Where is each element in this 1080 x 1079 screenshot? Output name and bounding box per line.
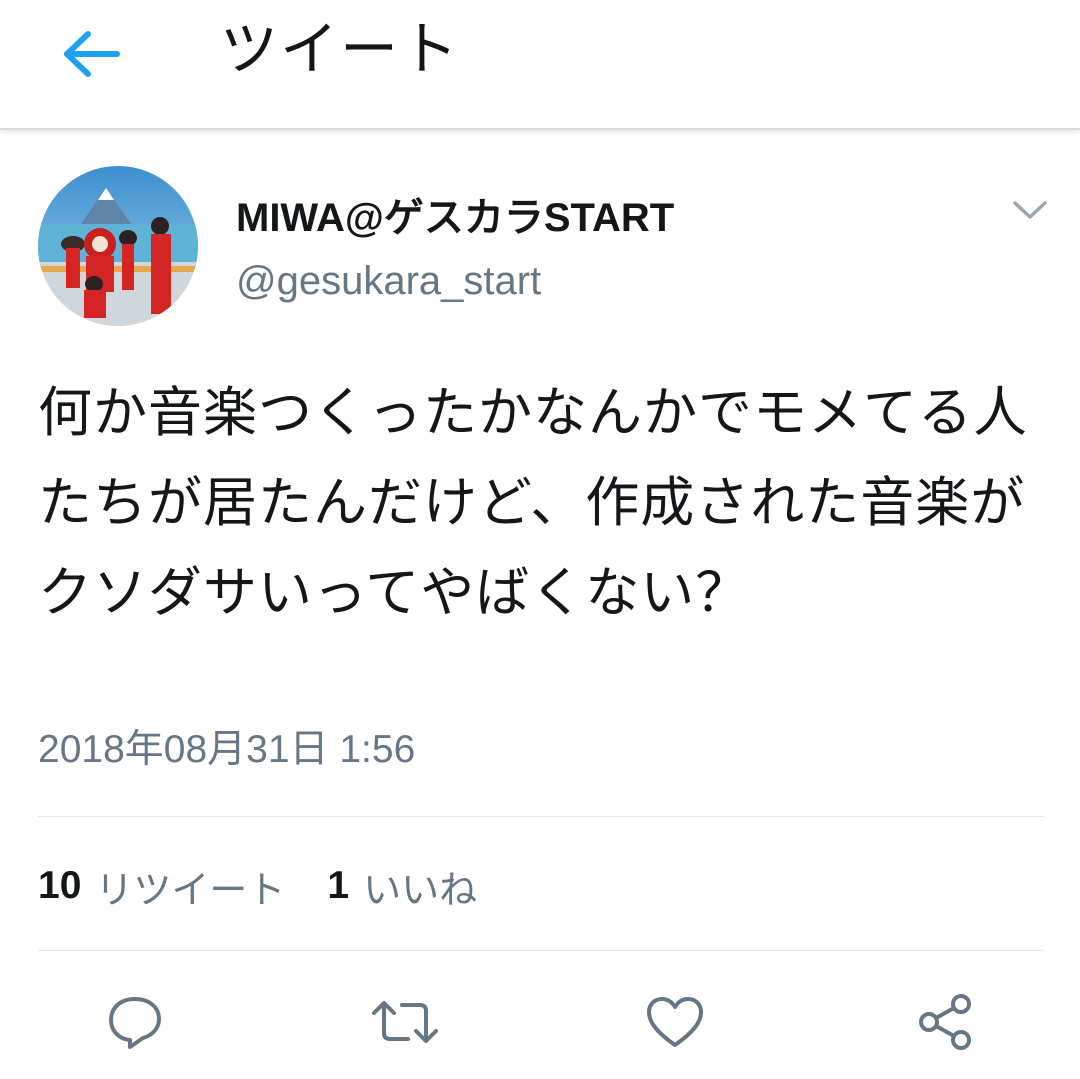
retweets-stat[interactable]: 10 リツイート <box>38 859 285 914</box>
divider <box>38 816 1044 817</box>
share-button[interactable] <box>910 990 980 1054</box>
likes-label: いいね <box>363 867 478 912</box>
divider <box>38 950 1044 951</box>
likes-count: 1 <box>327 864 350 907</box>
reply-button[interactable] <box>100 990 170 1054</box>
reply-icon <box>109 997 161 1049</box>
heart-icon <box>647 997 703 1047</box>
tweet-action-bar <box>0 990 1080 1060</box>
retweets-label: リツイート <box>95 867 286 912</box>
retweet-icon <box>372 1001 438 1043</box>
retweet-button[interactable] <box>370 990 440 1054</box>
retweets-count: 10 <box>38 864 82 907</box>
author-display-name[interactable]: MIWA@ゲスカラSTART <box>236 192 674 244</box>
likes-stat[interactable]: 1 いいね <box>327 859 477 914</box>
like-button[interactable] <box>640 990 710 1054</box>
tweet-menu-button[interactable] <box>1008 192 1052 228</box>
top-app-bar: ツイート <box>0 0 1080 130</box>
back-button[interactable] <box>56 24 126 84</box>
profile-photo <box>38 166 198 326</box>
tweet-text: 何か音楽つくったかなんかでモメてる人たちが居たんだけど、作成された音楽がクソダサ… <box>38 381 1028 624</box>
share-icon <box>919 994 971 1050</box>
tweet-timestamp: 2018年08月31日 1:56 <box>38 728 416 771</box>
arrow-left-icon <box>64 31 120 77</box>
avatar[interactable] <box>38 166 198 326</box>
page-title: ツイート <box>220 15 461 83</box>
author-handle[interactable]: @gesukara_start <box>236 256 541 306</box>
tweet-stats: 10 リツイート 1 いいね <box>38 858 519 914</box>
chevron-down-icon <box>1013 201 1047 219</box>
